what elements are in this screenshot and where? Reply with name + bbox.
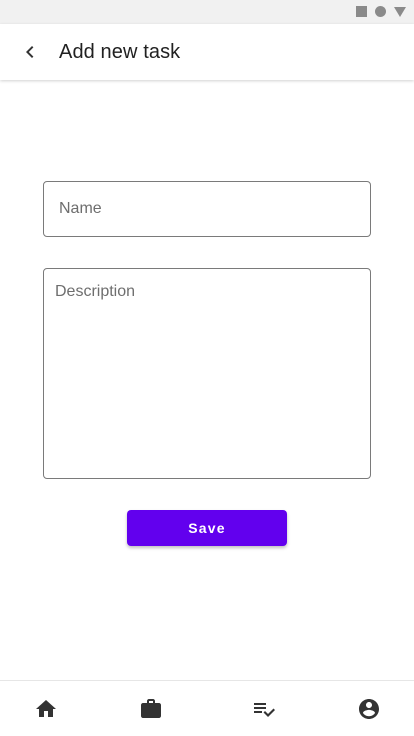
back-button[interactable] (2, 24, 58, 80)
triangle-icon (394, 6, 406, 17)
name-field[interactable] (43, 181, 371, 237)
briefcase-icon (141, 699, 161, 718)
playlist-check-icon (254, 703, 275, 717)
page-title: Add new task (59, 40, 181, 63)
status-icons (356, 6, 406, 17)
add-task-screen: Add new task Save (0, 0, 414, 736)
home-icon (36, 700, 56, 717)
nav-item-profile[interactable] (339, 681, 399, 736)
status-bar (0, 0, 414, 24)
circle-icon (375, 6, 386, 17)
bottom-nav (0, 680, 414, 736)
chevron-left-icon (26, 46, 34, 58)
description-field[interactable] (43, 268, 371, 479)
account-circle-icon (359, 699, 379, 719)
save-button[interactable]: Save (127, 510, 287, 546)
nav-item-tasks[interactable] (234, 681, 294, 736)
description-input[interactable] (44, 269, 370, 478)
nav-item-work[interactable] (121, 681, 181, 736)
name-input[interactable] (44, 182, 370, 236)
square-icon (356, 6, 367, 17)
app-bar: Add new task (0, 24, 414, 80)
nav-item-home[interactable] (16, 681, 76, 736)
